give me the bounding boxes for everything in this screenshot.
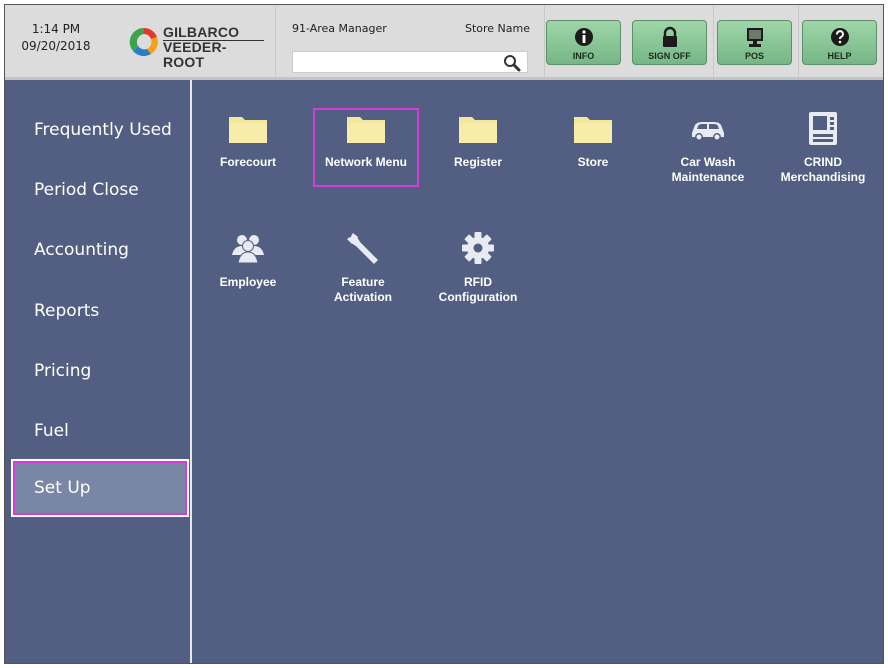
pos-label: POS — [744, 51, 764, 61]
sidebar-item-label: Fuel — [34, 421, 69, 441]
sidebar-item-label: Pricing — [34, 361, 92, 381]
folder-icon — [574, 117, 612, 143]
sidebar-item-label: Period Close — [34, 180, 139, 200]
crind-icon — [809, 112, 837, 145]
sidebar-item-period-close[interactable]: Period Close — [5, 163, 190, 219]
tile-label-line2: Activation — [333, 290, 392, 304]
store-name: Store Name — [464, 22, 530, 35]
sidebar-item-set-up[interactable]: Set Up — [11, 459, 189, 517]
folder-icon — [229, 117, 267, 143]
app-window: 1:14 PM 09/20/2018 GILBARCO VEEDER-ROOT … — [4, 4, 884, 664]
sidebar-item-pricing[interactable]: Pricing — [5, 344, 190, 400]
tile-label-line2: Merchandising — [780, 170, 866, 184]
header-bar: 1:14 PM 09/20/2018 GILBARCO VEEDER-ROOT … — [5, 5, 883, 80]
tile-label-line1: Store — [577, 155, 609, 169]
info-button-label: INFO — [572, 51, 595, 61]
date-label: 09/20/2018 — [21, 39, 91, 53]
info-button[interactable]: INFO — [546, 20, 621, 65]
tile-label-line1: CRIND — [804, 155, 842, 169]
logo-line1: GILBARCO — [163, 24, 240, 40]
sidebar-item-label: Frequently Used — [34, 120, 172, 140]
tile-label-line1: Register — [453, 155, 503, 169]
sidebar-item-reports[interactable]: Reports — [5, 284, 190, 340]
tile-label-line2: Configuration — [438, 290, 518, 304]
tile-employee[interactable]: Employee — [192, 225, 304, 305]
lock-icon — [663, 26, 677, 47]
tile-label-line2: Maintenance — [671, 170, 745, 184]
sidebar: Frequently Used Period Close Accounting … — [5, 80, 192, 663]
sidebar-item-label: Set Up — [34, 478, 91, 498]
tile-feature-activation[interactable]: Feature Activation — [307, 225, 419, 305]
tile-car-wash-maintenance[interactable]: Car Wash Maintenance — [652, 105, 764, 185]
tile-rfid-configuration[interactable]: RFID Configuration — [422, 225, 534, 305]
people-icon — [232, 235, 264, 264]
help-label: HELP — [827, 51, 852, 61]
tile-register[interactable]: Register — [422, 105, 534, 185]
sidebar-item-label: Accounting — [34, 240, 129, 260]
sidebar-item-label: Reports — [34, 301, 100, 321]
tile-label-line1: Feature — [341, 275, 385, 289]
sidebar-item-frequently-used[interactable]: Frequently Used — [5, 103, 190, 159]
tile-label-line1: RFID — [464, 275, 492, 289]
car-icon — [692, 122, 724, 141]
gear-icon — [462, 232, 494, 264]
help-button[interactable]: HELP — [802, 20, 877, 65]
sidebar-item-fuel[interactable]: Fuel — [5, 404, 190, 460]
search-input[interactable] — [292, 51, 528, 73]
pos-button[interactable]: POS — [717, 20, 792, 65]
tile-network-menu[interactable]: Network Menu — [313, 108, 419, 187]
info-icon — [575, 28, 593, 46]
time-label: 1:14 PM — [31, 22, 81, 36]
tile-crind-merchandising[interactable]: CRIND Merchandising — [767, 105, 879, 185]
tile-label-line1: Forecourt — [219, 155, 276, 169]
monitor-icon — [747, 28, 763, 47]
folder-icon — [347, 117, 385, 143]
sign-off-button[interactable]: SIGN OFF — [632, 20, 707, 65]
tile-label-line1: Car Wash — [680, 155, 736, 169]
wrench-icon — [347, 233, 378, 264]
sidebar-item-accounting[interactable]: Accounting — [5, 223, 190, 279]
gilbarco-logo: GILBARCO VEEDER-ROOT — [127, 23, 267, 70]
account-panel: 91-Area Manager Store Name — [275, 5, 545, 77]
logo-mark-icon — [129, 27, 158, 57]
user-role: 91-Area Manager — [292, 22, 387, 35]
question-icon — [831, 28, 849, 46]
logo-line2: VEEDER-ROOT — [163, 39, 227, 70]
sign-off-label: SIGN OFF — [648, 51, 691, 61]
search-icon[interactable] — [503, 54, 521, 72]
tile-label-line1: Network Menu — [324, 155, 407, 169]
tile-label-line1: Employee — [219, 275, 277, 289]
datetime: 1:14 PM 09/20/2018 — [15, 21, 97, 55]
folder-icon — [459, 117, 497, 143]
tile-store[interactable]: Store — [537, 105, 649, 185]
tile-forecourt[interactable]: Forecourt — [192, 105, 304, 185]
